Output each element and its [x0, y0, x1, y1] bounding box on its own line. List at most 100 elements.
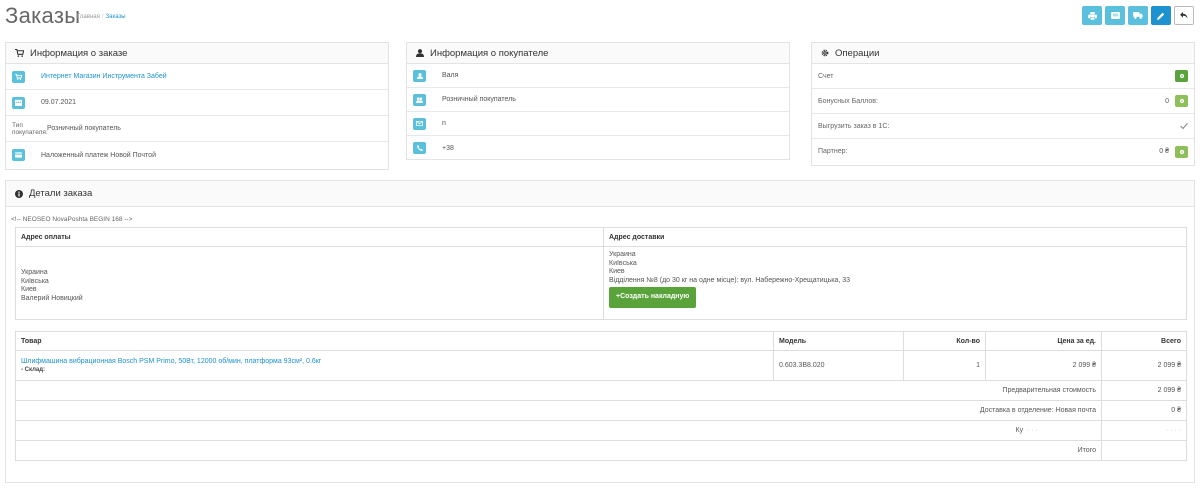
generate-invoice-button[interactable]	[1175, 70, 1188, 82]
col-model: Модель	[773, 331, 904, 351]
customer-group: Розничный покупатель	[442, 96, 516, 103]
shopping-cart-icon	[15, 49, 24, 57]
print-icon	[1087, 11, 1097, 20]
date-row: 09.07.2021	[6, 90, 388, 116]
payment-button[interactable]	[12, 149, 25, 161]
create-waybill-button[interactable]: +Создать накладную	[609, 287, 697, 308]
customer-type-value: Розничный покупатель	[47, 125, 121, 132]
back-button[interactable]	[1174, 6, 1194, 25]
totals-row-coupon: Ку · · · · · · ·	[15, 420, 1187, 441]
customer-name-button[interactable]	[413, 69, 426, 82]
product-link[interactable]: Шлифмашина вибрационная Bosch PSM Primo,…	[21, 358, 773, 366]
coupon-value: · · · ·	[1101, 420, 1187, 441]
bonus-value: 0	[1165, 97, 1169, 105]
customer-group-row: Розничный покупатель	[407, 88, 789, 112]
address-table: Адрес оплаты Адрес доставки Украина Київ…	[15, 227, 1187, 320]
customer-phone-row: +38	[407, 136, 789, 160]
order-info-panel: Информация о заказе Интернет Магазин Инс…	[5, 42, 389, 170]
phone-icon	[416, 145, 423, 151]
partner-row: Партнер: 0 ₴	[812, 139, 1194, 164]
delivery-button[interactable]	[1128, 6, 1148, 25]
operations-panel: Операции Счет Бонусных Баллов: 0 Выгрузи…	[811, 42, 1195, 166]
customer-info-title: Информация о покупателе	[430, 47, 549, 59]
col-price: Цена за ед.	[985, 331, 1102, 351]
customer-email[interactable]: n	[442, 120, 446, 127]
totals-row-shipping: Доставка в отделение: Новая почта 0 ₴	[15, 400, 1187, 421]
shipping-city: Киев	[609, 268, 625, 275]
customer-name: Валя	[442, 72, 459, 79]
customer-type-label: Тип покупателя:	[12, 121, 48, 136]
col-qty: Кол-во	[903, 331, 986, 351]
email-button[interactable]	[413, 117, 426, 130]
payment-name: Валерий Новицкий	[21, 294, 83, 302]
product-option: - Склад:	[21, 366, 46, 373]
total-label: Итого	[15, 440, 1102, 461]
subtotal-value: 2 099 ₴	[1101, 380, 1187, 401]
partner-value: 0 ₴	[1159, 148, 1169, 155]
checkmark-icon[interactable]	[1180, 122, 1188, 130]
invoice-label: Счет	[818, 72, 834, 80]
export-1c-label: Выгрузить заказ в 1С:	[818, 122, 890, 130]
bonus-row: Бонусных Баллов: 0	[812, 89, 1194, 114]
coupon-label: Ку · · ·	[15, 420, 1102, 441]
coupon-label-text: Ку	[1015, 427, 1024, 434]
partner-add-button[interactable]	[1175, 145, 1188, 158]
shipping-value: 0 ₴	[1101, 400, 1187, 421]
shipping-address: Украина Київська Киев Відділення №8 (до …	[603, 246, 1187, 320]
user-icon	[416, 49, 424, 57]
customer-group-button[interactable]	[413, 93, 426, 106]
col-product: Товар	[15, 331, 774, 351]
phone-button[interactable]	[413, 142, 426, 154]
reply-icon	[1180, 12, 1188, 19]
date-button[interactable]	[12, 96, 25, 109]
table-row: Шлифмашина вибрационная Bosch PSM Primo,…	[15, 350, 1187, 381]
payment-region: Київська	[21, 277, 49, 285]
totals-row-subtotal: Предварительная стоимость 2 099 ₴	[15, 380, 1187, 401]
shopping-cart-icon	[15, 73, 22, 80]
product-price: 2 099 ₴	[985, 350, 1102, 381]
cog-icon	[1179, 73, 1184, 79]
cog-icon	[1179, 149, 1184, 154]
cog-icon	[1179, 98, 1184, 104]
print-invoice-button[interactable]	[1082, 6, 1102, 25]
operations-title: Операции	[835, 47, 880, 59]
shipping-region: Київська	[609, 259, 637, 267]
payment-method: Наложенный платеж Новой Почтой	[41, 151, 156, 159]
breadcrumb-home[interactable]: Главная	[77, 14, 100, 20]
payment-country: Украина	[21, 269, 48, 276]
product-total: 2 099 ₴	[1101, 350, 1187, 381]
export-1c-row: Выгрузить заказ в 1С:	[812, 114, 1194, 139]
shipping-label: Доставка в отделение: Новая почта	[15, 400, 1102, 421]
products-table: Товар Модель Кол-во Цена за ед. Всего Шл…	[15, 331, 1187, 461]
order-date: 09.07.2021	[41, 99, 77, 106]
order-details-title: Детали заказа	[29, 188, 93, 199]
breadcrumb-orders[interactable]: Заказы	[106, 14, 126, 20]
truck-icon	[1133, 12, 1143, 19]
product-cell: Шлифмашина вибрационная Bosch PSM Primo,…	[15, 350, 774, 381]
customer-type-row: Тип покупателя: Розничный покупатель	[6, 116, 388, 142]
col-total: Всего	[1101, 331, 1187, 351]
credit-card-icon	[15, 152, 22, 158]
calendar-icon	[15, 99, 22, 106]
page-title: Заказы	[5, 3, 81, 28]
partner-label: Партнер:	[818, 148, 848, 155]
edit-button[interactable]	[1151, 6, 1171, 25]
breadcrumb: Главная / Заказы	[77, 14, 126, 20]
totals-row-total: Итого	[15, 440, 1187, 461]
cog-icon	[821, 49, 829, 57]
print-shipping-button[interactable]	[1105, 6, 1125, 25]
operations-header: Операции	[812, 43, 1194, 64]
order-info-title: Информация о заказе	[30, 47, 128, 59]
order-details-panel: Детали заказа <!-- NEOSEO NovaPoshta BEG…	[5, 180, 1195, 483]
shipping-address-header: Адрес доставки	[603, 227, 1187, 247]
store-row: Интернет Магазин Инструмента Забей	[6, 64, 388, 90]
store-button[interactable]	[12, 70, 25, 83]
payment-address-header: Адрес оплаты	[15, 227, 604, 247]
bonus-add-button[interactable]	[1175, 95, 1188, 107]
user-icon	[416, 72, 423, 79]
total-value	[1101, 440, 1187, 461]
customer-phone: +38	[442, 144, 454, 152]
store-link[interactable]: Интернет Магазин Инструмента Забей	[41, 73, 167, 80]
shipping-country: Украина	[609, 251, 636, 258]
novaposhta-comment: <!-- NEOSEO NovaPoshta BEGIN 168 -->	[11, 216, 133, 223]
